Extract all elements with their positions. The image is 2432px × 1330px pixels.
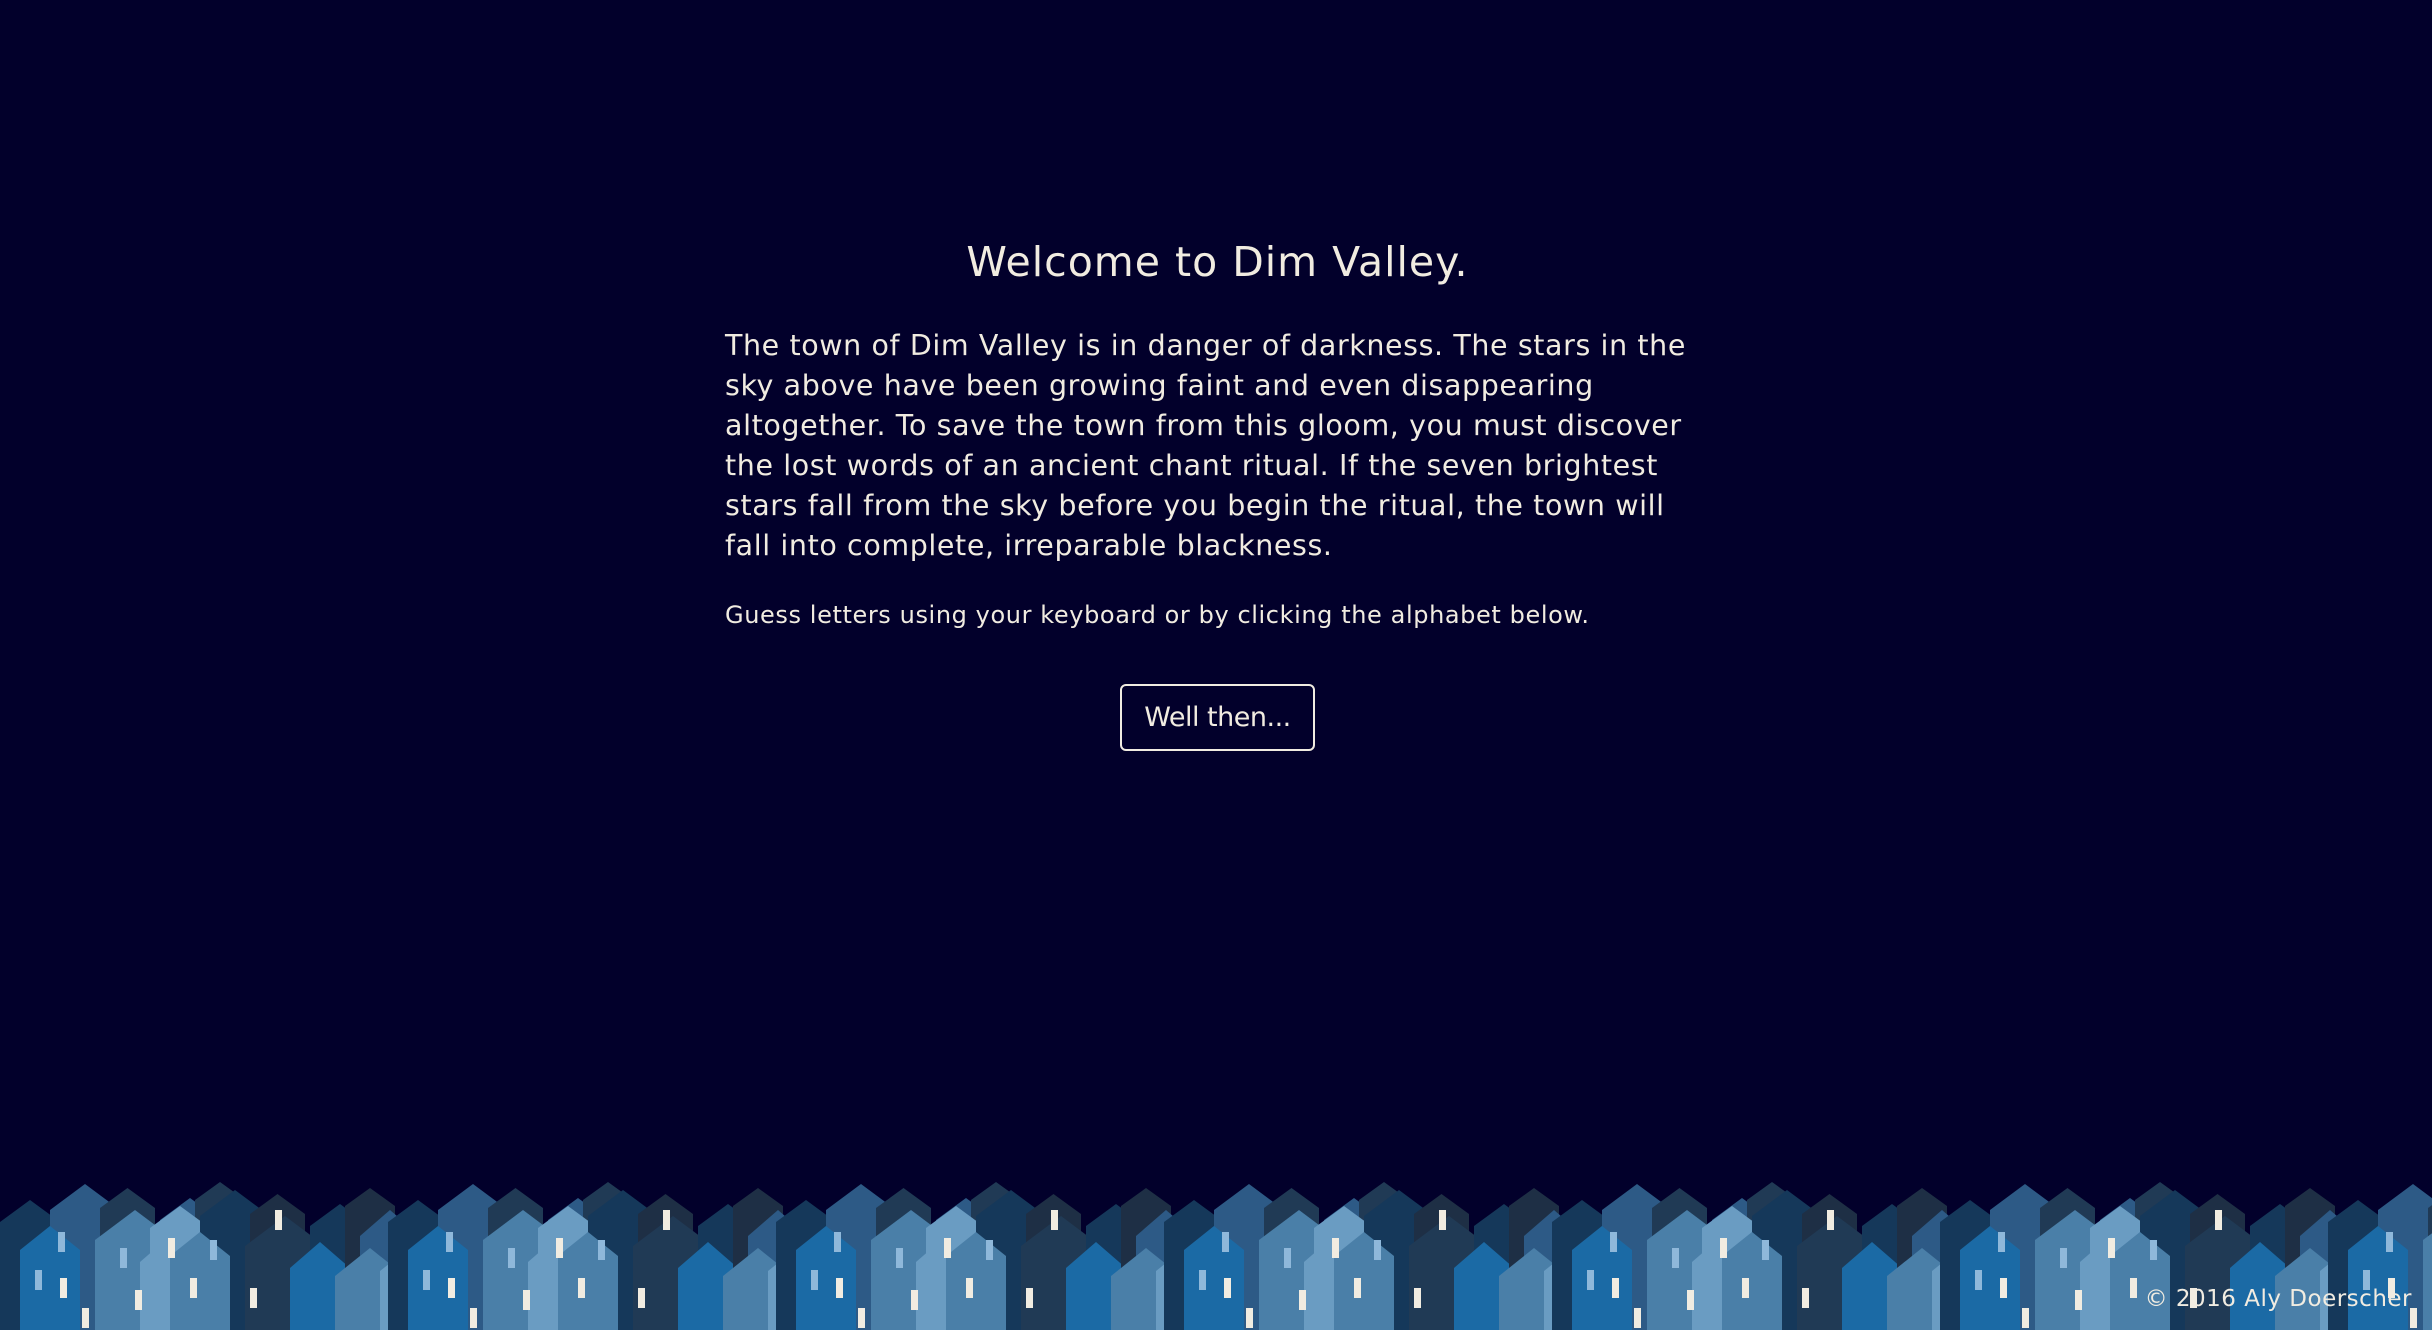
start-game-button[interactable]: Well then...	[1120, 684, 1315, 751]
house-window	[663, 1210, 670, 1230]
instructions-text: Guess letters using your keyboard or by …	[725, 601, 1590, 629]
house-window	[2215, 1210, 2222, 1230]
house-window	[966, 1278, 973, 1298]
house-window	[638, 1288, 645, 1308]
house-window	[1672, 1248, 1679, 1268]
house-window	[598, 1240, 605, 1260]
house-window	[556, 1238, 563, 1258]
house-window	[2075, 1290, 2082, 1310]
house-window	[2022, 1308, 2029, 1328]
house-window	[1827, 1210, 1834, 1230]
house-window	[448, 1278, 455, 1298]
house-window	[986, 1240, 993, 1260]
house-window	[1374, 1240, 1381, 1260]
house-window	[834, 1232, 841, 1252]
house-window	[423, 1270, 430, 1290]
house-window	[1634, 1308, 1641, 1328]
house-window	[1742, 1278, 1749, 1298]
house-window	[446, 1232, 453, 1252]
story-text: The town of Dim Valley is in danger of d…	[725, 329, 1686, 562]
house-window	[120, 1248, 127, 1268]
house-window	[190, 1278, 197, 1298]
house-window	[1414, 1288, 1421, 1308]
house-window	[275, 1210, 282, 1230]
house-window	[523, 1290, 530, 1310]
house-window	[82, 1308, 89, 1328]
page-title: Welcome to Dim Valley.	[966, 238, 1469, 286]
house-window	[250, 1288, 257, 1308]
house-window	[1332, 1238, 1339, 1258]
house-group	[776, 1182, 1206, 1330]
house-group	[1164, 1182, 1594, 1330]
copyright-text: © 2016 Aly Doerscher	[2144, 1286, 2412, 1312]
house-window	[2386, 1232, 2393, 1252]
house-window	[1051, 1210, 1058, 1230]
house-window	[1026, 1288, 1033, 1308]
house-window	[1762, 1240, 1769, 1260]
house-window	[1975, 1270, 1982, 1290]
house-window	[210, 1240, 217, 1260]
house-window	[1612, 1278, 1619, 1298]
start-button-container: Well then...	[725, 684, 1710, 751]
house-window	[1299, 1290, 1306, 1310]
house-window	[911, 1290, 918, 1310]
house-window	[1222, 1232, 1229, 1252]
house-window	[1802, 1288, 1809, 1308]
house-window	[836, 1278, 843, 1298]
house-window	[508, 1248, 515, 1268]
house-group	[0, 1182, 430, 1330]
house-window	[578, 1278, 585, 1298]
house-window	[1246, 1308, 1253, 1328]
house-window	[1439, 1210, 1446, 1230]
house-window	[2108, 1238, 2115, 1258]
house-window	[811, 1270, 818, 1290]
house-window	[2060, 1248, 2067, 1268]
house-window	[2150, 1240, 2157, 1260]
intro-panel: Welcome to Dim Valley. The town of Dim V…	[725, 232, 1710, 751]
house-window	[35, 1270, 42, 1290]
house-window	[1224, 1278, 1231, 1298]
house-window	[858, 1308, 865, 1328]
house-window	[1354, 1278, 1361, 1298]
house-window	[135, 1290, 142, 1310]
house-window	[1998, 1232, 2005, 1252]
house-group	[1552, 1182, 1982, 1330]
house-window	[1720, 1238, 1727, 1258]
house-window	[1687, 1290, 1694, 1310]
town-skyline-icon	[0, 1182, 2432, 1330]
house-window	[1587, 1270, 1594, 1290]
house-window	[1610, 1232, 1617, 1252]
house-window	[1284, 1248, 1291, 1268]
house-window	[168, 1238, 175, 1258]
house-window	[470, 1308, 477, 1328]
house-window	[944, 1238, 951, 1258]
house-window	[60, 1278, 67, 1298]
house-group	[388, 1182, 818, 1330]
house-window	[2130, 1278, 2137, 1298]
house-window	[2000, 1278, 2007, 1298]
house-window	[58, 1232, 65, 1252]
house-window	[896, 1248, 903, 1268]
house-window	[1199, 1270, 1206, 1290]
